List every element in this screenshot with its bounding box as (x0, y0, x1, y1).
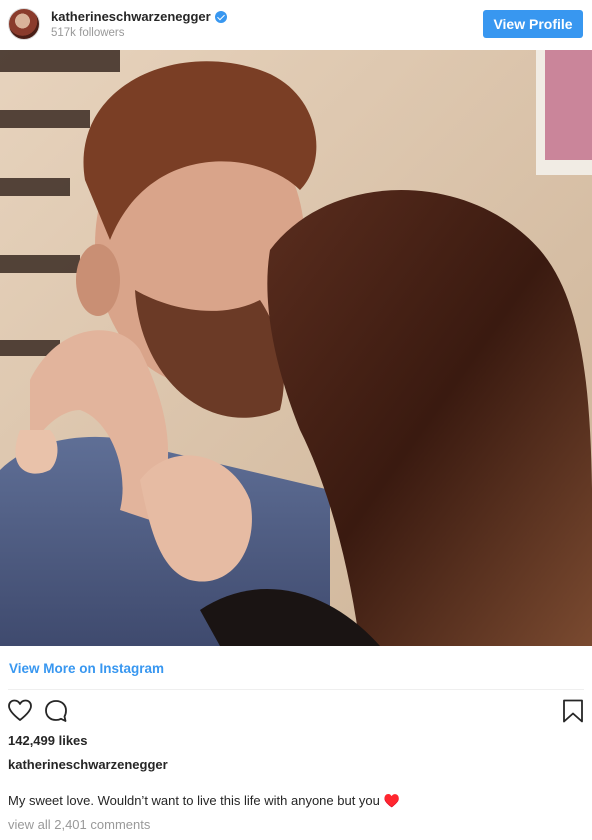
view-profile-button[interactable]: View Profile (483, 10, 583, 38)
avatar[interactable] (8, 8, 40, 40)
view-more-on-instagram-link[interactable]: View More on Instagram (9, 661, 164, 676)
username-row: katherineschwarzenegger (51, 9, 227, 24)
post-owner-username[interactable]: katherineschwarzenegger (8, 757, 168, 772)
verified-check-icon (214, 10, 227, 23)
post-photo-illustration (0, 50, 592, 646)
post-header: katherineschwarzenegger 517k followers V… (0, 0, 592, 50)
follower-count: 517k followers (51, 27, 125, 39)
divider (8, 689, 584, 690)
bookmark-icon[interactable] (560, 698, 586, 724)
comment-bubble-icon[interactable] (43, 698, 69, 724)
username[interactable]: katherineschwarzenegger (51, 9, 211, 24)
like-count[interactable]: 142,499 likes (8, 733, 88, 748)
view-all-comments-link[interactable]: view all 2,401 comments (8, 817, 150, 832)
post-caption: My sweet love. Wouldn’t want to live thi… (8, 793, 400, 808)
heart-icon[interactable] (7, 698, 33, 724)
post-photo[interactable] (0, 50, 592, 646)
